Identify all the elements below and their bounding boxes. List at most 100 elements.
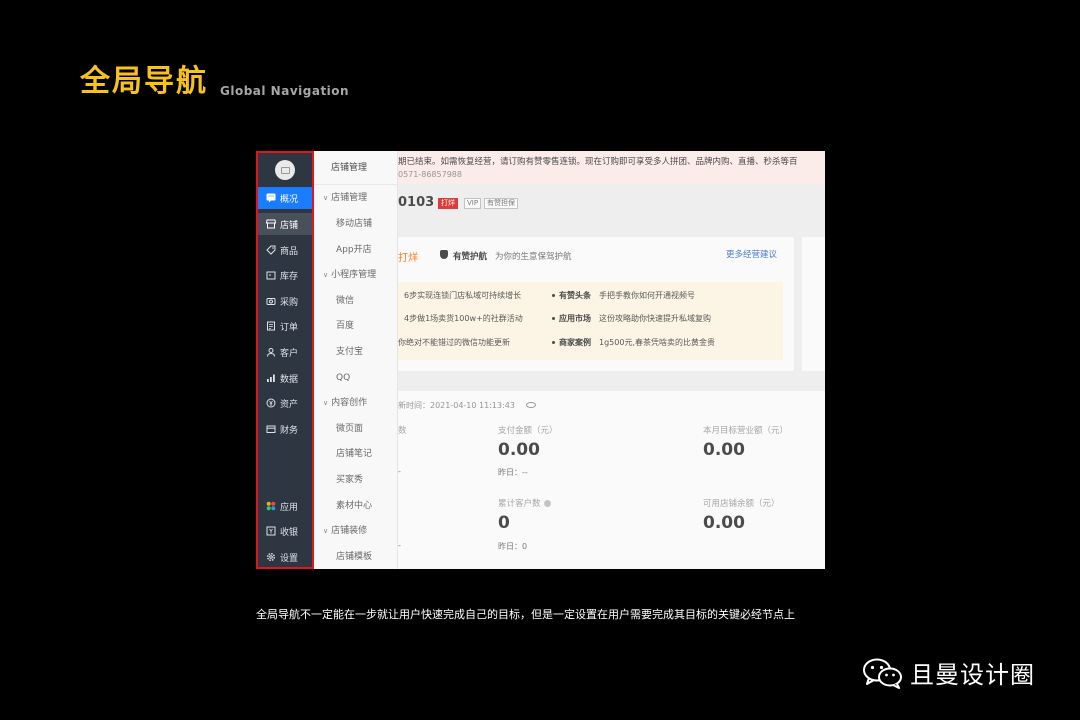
bullet-icon — [552, 317, 555, 320]
nav-item-overview[interactable]: 概况 — [256, 187, 314, 209]
sub-nav-item-material-center[interactable]: 素材中心 — [314, 495, 398, 517]
sub-nav-item-store-notes[interactable]: 店铺笔记 — [314, 443, 398, 465]
chat-icon — [266, 193, 276, 203]
sub-nav-item-store-template[interactable]: 店铺模板 — [314, 546, 398, 568]
customers-yesterday: 昨日：0 — [498, 542, 528, 551]
nav-item-label: 商品 — [280, 246, 299, 257]
tip-text: 手把手教你如何开通视频号 — [599, 291, 695, 300]
nav-item-orders[interactable]: 订单 — [256, 315, 314, 337]
nav-item-apps[interactable]: 应用 — [256, 495, 314, 517]
tip-item[interactable]: 应用市场 这份攻略助你快速提升私域复购 — [552, 313, 711, 324]
nav-item-label: 采购 — [280, 297, 299, 308]
tip-tag: 商家案例 — [559, 338, 591, 347]
nav-item-customers[interactable]: 客户 — [256, 341, 314, 363]
sub-nav-header: 店铺管理 — [314, 151, 397, 185]
slide-title: 全局导航 Global Navigation — [80, 62, 349, 102]
sub-nav-item-baidu[interactable]: 百度 — [314, 315, 398, 337]
store-avatar[interactable] — [275, 160, 295, 180]
sub-nav-item-wechat[interactable]: 微信 — [314, 290, 398, 312]
cashier-icon — [266, 526, 276, 536]
sub-nav-group-decoration[interactable]: 店铺装修 — [314, 520, 398, 542]
tip-link[interactable]: 6步实现连锁门店私域可持续增长 — [404, 290, 521, 301]
sub-nav-group-mini-program[interactable]: 小程序管理 — [314, 264, 398, 286]
user-icon — [266, 347, 276, 357]
tip-link[interactable]: 你绝对不能错过的微信功能更新 — [398, 337, 510, 348]
stat-label: 数 — [398, 426, 407, 436]
list-icon — [266, 321, 276, 331]
sub-nav-group-content[interactable]: 内容创作 — [314, 392, 398, 414]
tag-icon — [266, 245, 276, 255]
box-icon — [266, 270, 276, 280]
sub-nav-item-app-store[interactable]: App开店 — [314, 239, 398, 261]
brand-name: 且曼设计圈 — [910, 661, 1035, 689]
nav-item-finance[interactable]: 财务 — [256, 418, 314, 440]
nav-item-inventory[interactable]: 库存 — [256, 264, 314, 286]
nav-item-store[interactable]: 店铺 — [256, 213, 314, 235]
sub-nav-item-buyer-show[interactable]: 买家秀 — [314, 469, 398, 491]
tip-item[interactable]: 有赞头条 手把手教你如何开通视频号 — [552, 290, 695, 301]
store-icon — [266, 219, 276, 229]
pay-amount-value: 0.00 — [498, 440, 540, 460]
side-card — [802, 237, 825, 371]
camera-icon — [266, 296, 276, 306]
shield-icon — [440, 250, 448, 259]
vip-badge: VIP — [464, 198, 482, 209]
target-revenue-label: 本月目标营业额（元） — [703, 426, 789, 436]
notice-bar: 期已结束。如需恢复经营，请订购有赞零售连锁。现在订购即可享受多人拼团、品牌内购、… — [398, 151, 825, 184]
more-suggestions-link[interactable]: 更多经营建议 — [726, 248, 777, 260]
brand-mark: 且曼设计圈 — [862, 655, 1035, 690]
nav-item-label: 店铺 — [280, 220, 299, 231]
wechat-icon — [862, 657, 904, 689]
global-navigation: 概况 店铺 商品 库存 采购 订单 客户 数据 资产 财务 应用 收银 设置 — [256, 151, 314, 569]
title-chinese: 全局导航 — [80, 64, 208, 99]
guard-title: 有赞护航 — [453, 252, 488, 262]
notice-text: 期已结束。如需恢复经营，请订购有赞零售连锁。现在订购即可享受多人拼团、品牌内购、… — [398, 157, 798, 167]
nav-item-purchase[interactable]: 采购 — [256, 290, 314, 312]
balance-label: 可用店铺余额（元） — [703, 499, 780, 509]
tip-link[interactable]: 4步做1场卖货100w+的社群活动 — [404, 313, 523, 324]
bullet-icon — [552, 341, 555, 344]
pay-amount-label: 支付金额（元） — [498, 426, 558, 436]
nav-item-label: 订单 — [280, 322, 299, 333]
stats-card — [398, 391, 825, 569]
guarantee-badge: 有赞担保 — [484, 198, 518, 209]
nav-item-assets[interactable]: 资产 — [256, 392, 314, 414]
sub-nav-item-mobile-store[interactable]: 移动店铺 — [314, 213, 398, 235]
eye-icon[interactable] — [526, 402, 536, 408]
guard-description: 为你的生意保驾护航 — [495, 252, 572, 262]
store-logo-icon — [280, 166, 290, 174]
nav-item-label: 资产 — [280, 399, 299, 410]
nav-item-cashier[interactable]: 收银 — [256, 520, 314, 542]
bullet-icon — [552, 294, 555, 297]
tip-text: 1g500元,春茶凭啥卖的比黄金贵 — [599, 338, 715, 347]
sub-nav-item-alipay[interactable]: 支付宝 — [314, 341, 398, 363]
customers-label-text: 累计客户数 — [498, 499, 541, 509]
gear-icon — [266, 552, 276, 562]
nav-item-label: 概况 — [280, 194, 299, 205]
nav-item-label: 数据 — [280, 374, 299, 385]
apps-icon — [266, 501, 276, 511]
nav-item-settings[interactable]: 设置 — [256, 546, 314, 568]
bar-chart-icon — [266, 373, 276, 383]
customers-value: 0 — [498, 513, 510, 533]
tip-item[interactable]: 商家案例 1g500元,春茶凭啥卖的比黄金贵 — [552, 337, 715, 348]
nav-item-label: 设置 — [280, 553, 299, 564]
tip-tag: 有赞头条 — [559, 291, 591, 300]
tip-tag: 应用市场 — [559, 314, 591, 323]
sub-nav-item-qq[interactable]: QQ — [314, 367, 398, 389]
secondary-navigation: 店铺管理 店铺管理 移动店铺 App开店 小程序管理 微信 百度 支付宝 QQ … — [314, 151, 398, 569]
nav-item-data[interactable]: 数据 — [256, 367, 314, 389]
nav-item-goods[interactable]: 商品 — [256, 239, 314, 261]
stat-sub: - — [398, 541, 401, 550]
admin-screenshot: 概况 店铺 商品 库存 采购 订单 客户 数据 资产 财务 应用 收银 设置 店… — [256, 151, 825, 569]
sub-nav-item-micro-page[interactable]: 微页面 — [314, 418, 398, 440]
sub-nav-group-store-management[interactable]: 店铺管理 — [314, 187, 398, 209]
pay-amount-yesterday: 昨日：-- — [498, 468, 528, 477]
tip-text: 这份攻略助你快速提升私域复购 — [599, 314, 711, 323]
update-time: 新时间：2021-04-10 11:13:43 — [398, 401, 515, 410]
help-icon[interactable] — [543, 500, 551, 507]
nav-item-label: 财务 — [280, 425, 299, 436]
balance-value: 0.00 — [703, 513, 745, 533]
card-status-title: 打烊 — [398, 253, 418, 264]
card-icon — [266, 424, 276, 434]
